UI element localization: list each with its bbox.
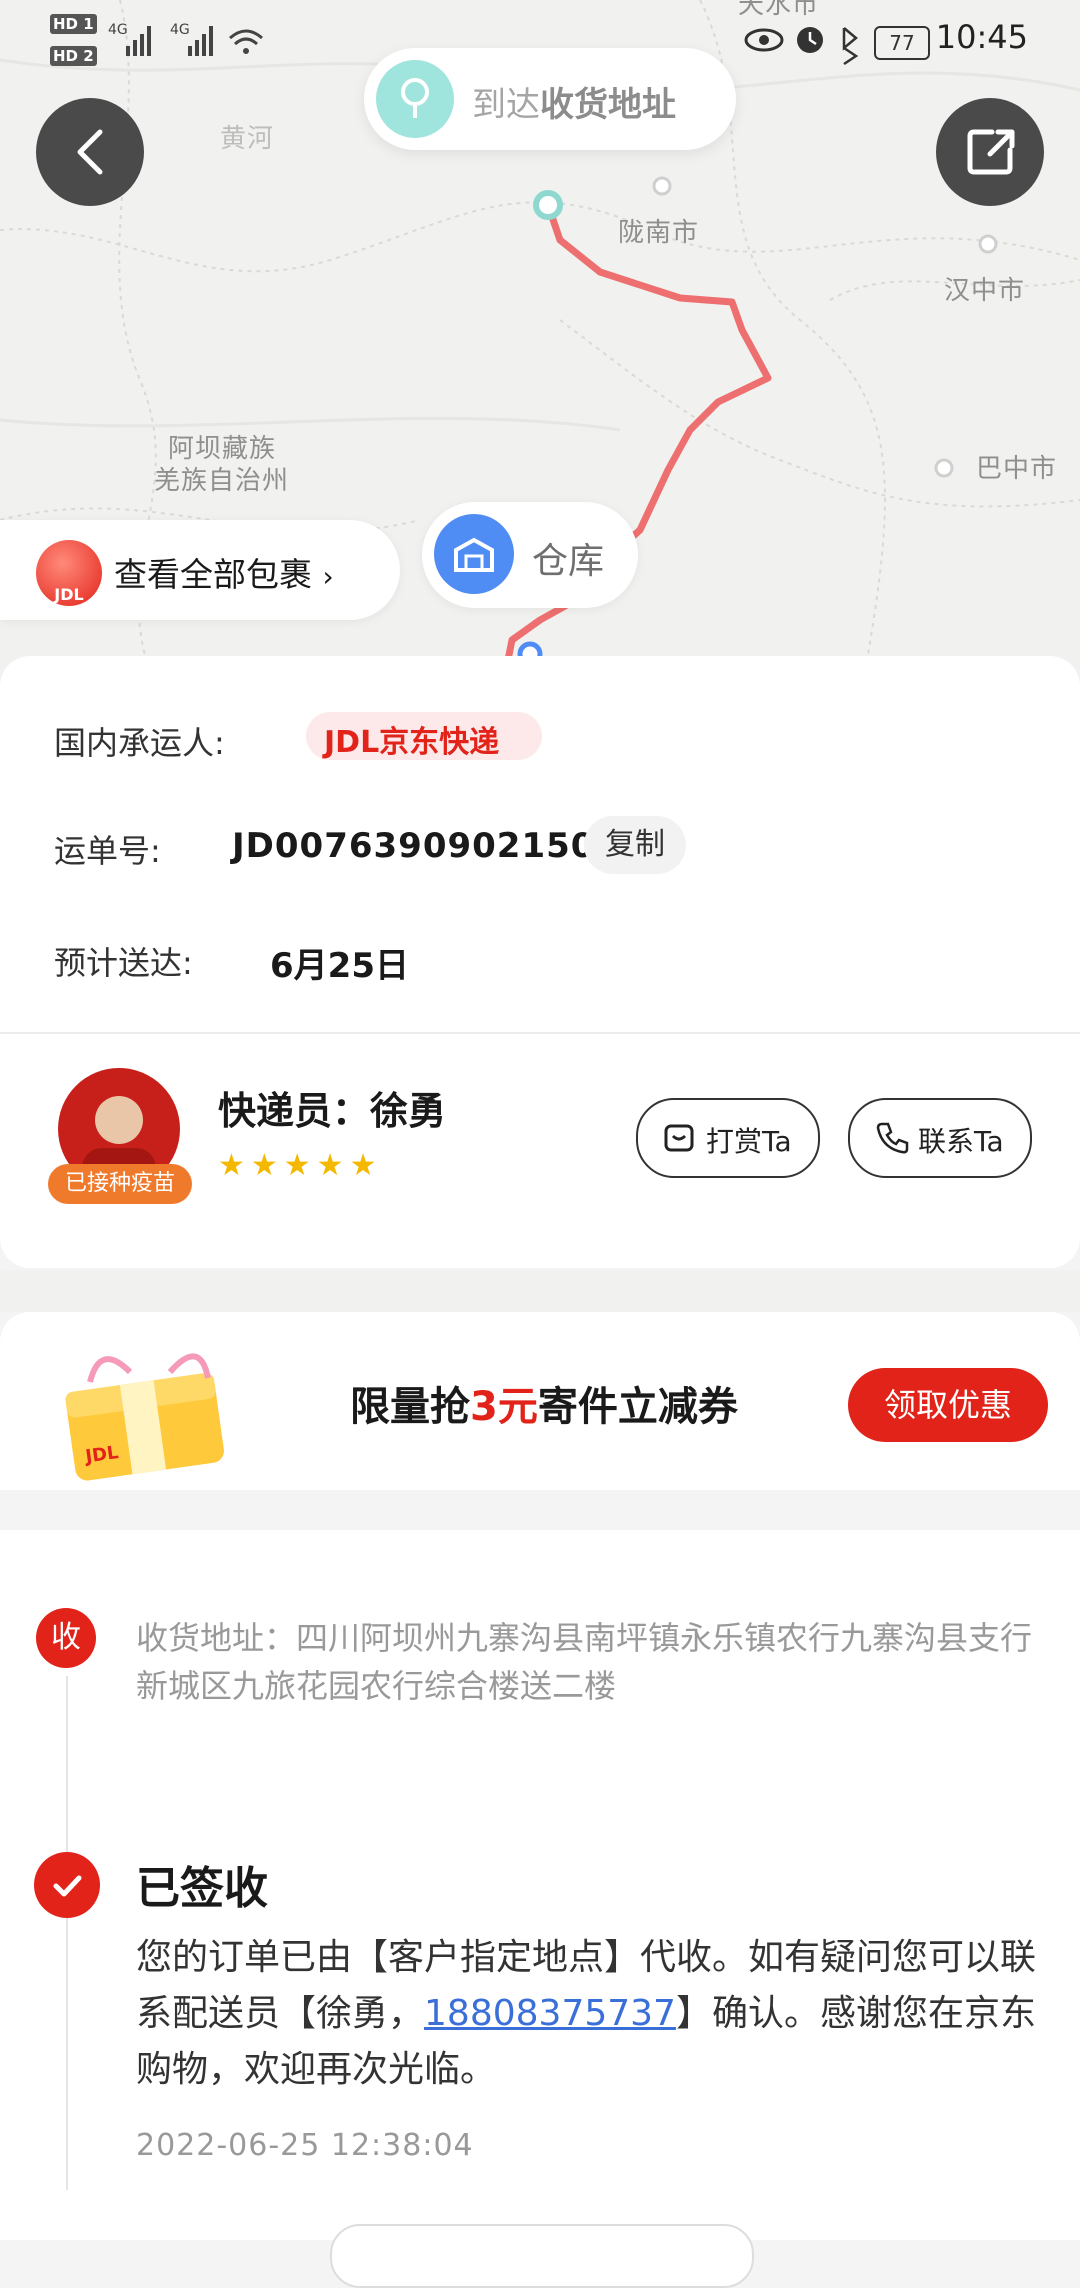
promo-banner[interactable]: JDL 限量抢3元寄件立减券 领取优惠 xyxy=(0,1312,1080,1490)
view-all-packages-label: 查看全部包裹 › xyxy=(114,555,334,594)
net2-label: 4G xyxy=(170,22,190,38)
gift-box-icon: JDL xyxy=(65,1353,224,1481)
claim-coupon-button[interactable]: 领取优惠 xyxy=(848,1368,1048,1442)
clock: 10:45 xyxy=(935,18,1028,56)
pin-icon xyxy=(376,60,454,138)
wallet-icon xyxy=(664,1124,694,1152)
map-label: 汉中市 xyxy=(944,276,1026,306)
courier-phone-link[interactable]: 18808375737 xyxy=(424,1993,676,2034)
divider xyxy=(0,1032,1080,1034)
status-title: 已签收 xyxy=(136,1863,268,1914)
map-label: 黄河 xyxy=(220,124,275,154)
chevron-left-icon xyxy=(77,129,103,175)
courier-name: 快递员：徐勇 xyxy=(218,1089,447,1133)
carrier-badge: JDL京东快递 xyxy=(306,712,542,760)
view-all-packages-button[interactable]: JDL 查看全部包裹 › xyxy=(0,520,400,620)
timeline-line xyxy=(66,1676,68,2190)
more-button[interactable] xyxy=(330,2224,754,2288)
jdl-logo: JDL xyxy=(36,540,102,606)
eta-label: 预计送达: xyxy=(54,944,193,982)
map-label: 陇南市 xyxy=(618,218,700,248)
promo-text: 限量抢3元寄件立减券 xyxy=(350,1384,738,1430)
destination-label: 到达收货地址 xyxy=(472,85,676,125)
tip-button[interactable]: 打赏Ta xyxy=(636,1098,820,1178)
signal-icon: 4G 4G xyxy=(108,22,263,56)
share-button[interactable] xyxy=(936,98,1044,206)
warehouse-label: 仓库 xyxy=(532,541,605,582)
status-icons xyxy=(744,27,859,66)
share-icon xyxy=(967,129,1015,175)
phone-icon xyxy=(876,1122,909,1154)
delivery-address: 收货地址：四川阿坝州九寨沟县南坪镇永乐镇农行九寨沟县支行新城区九旅花园农行综合楼… xyxy=(136,1619,1033,1705)
warehouse-icon xyxy=(434,514,514,594)
map-label: 阿坝藏族 xyxy=(168,434,277,464)
sim2-indicator: HD 2 xyxy=(50,46,97,66)
status-message: 您的订单已由【客户指定地点】代收。如有疑问您可以联系配送员【徐勇，1880837… xyxy=(136,1937,1037,2090)
waybill-number: JD0076390902150 xyxy=(232,826,596,866)
rating-stars: ★★★★★ xyxy=(218,1148,383,1183)
warehouse-marker[interactable]: 仓库 xyxy=(422,502,638,608)
tip-label: 打赏Ta xyxy=(706,1125,792,1158)
chevron-right-icon: › xyxy=(322,560,334,593)
contact-label: 联系Ta xyxy=(918,1125,1004,1158)
waybill-label: 运单号: xyxy=(54,832,161,870)
address-badge: 收 xyxy=(36,1608,96,1668)
check-icon xyxy=(34,1852,100,1918)
vaccinated-badge: 已接种疫苗 xyxy=(48,1164,192,1204)
carrier-label: 国内承运人: xyxy=(54,724,225,762)
sim1-indicator: HD 1 xyxy=(50,14,97,34)
map-label: 巴中市 xyxy=(976,454,1058,484)
map-label: 羌族自治州 xyxy=(154,466,290,496)
status-timestamp: 2022-06-25 12:38:04 xyxy=(136,2128,474,2163)
eta-value: 6月25日 xyxy=(270,946,409,986)
net1-label: 4G xyxy=(108,22,128,38)
destination-marker[interactable]: 到达收货地址 xyxy=(364,48,736,150)
map-strip xyxy=(0,1270,1080,1312)
battery-icon: 77 xyxy=(874,26,930,60)
contact-button[interactable]: 联系Ta xyxy=(848,1098,1032,1178)
back-button[interactable] xyxy=(36,98,144,206)
copy-button[interactable]: 复制 xyxy=(584,816,686,874)
